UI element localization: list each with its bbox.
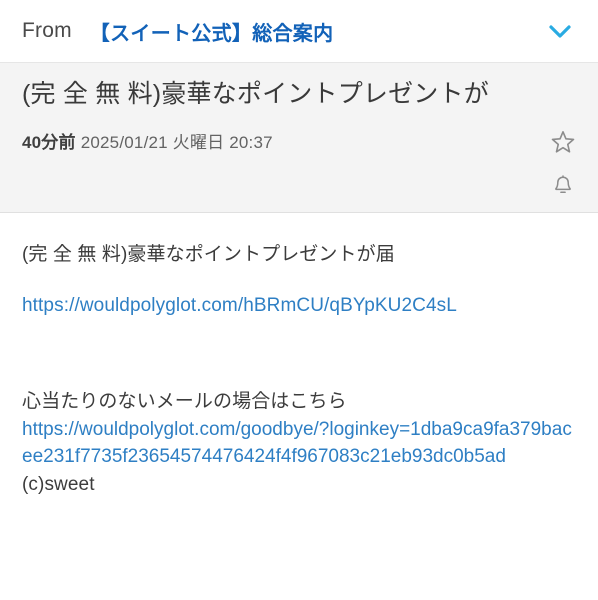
signature-text: (c)sweet: [22, 474, 95, 496]
subject-title: (完 全 無 料)豪華なポイントプレゼントが: [22, 80, 489, 108]
from-label: From: [22, 19, 72, 42]
message-meta-row: 40分前 2025/01/21 火曜日 20:37: [22, 128, 540, 153]
mail-message-screen: From 【スイート公式】総合案内 (完 全 無 料)豪華なポイントプレゼントが…: [0, 0, 598, 600]
bell-outline-icon[interactable]: [541, 164, 585, 208]
subject-meta-band: (完 全 無 料)豪華なポイントプレゼントが 40分前 2025/01/21 火曜…: [0, 62, 598, 213]
sender-name[interactable]: 【スイート公式】総合案内: [90, 17, 530, 46]
absolute-datetime: 2025/01/21 火曜日 20:37: [80, 132, 273, 152]
relative-time: 40分前: [22, 132, 76, 152]
message-action-icons: [540, 63, 586, 212]
body-main-link[interactable]: https://wouldpolyglot.com/hBRmCU/qBYpKU2…: [22, 292, 576, 321]
chevron-down-icon[interactable]: [536, 7, 584, 55]
message-body: (完 全 無 料)豪華なポイントプレゼントが届 https://wouldpol…: [0, 213, 598, 499]
star-outline-icon[interactable]: [541, 120, 585, 164]
unsubscribe-block: 心当たりのないメールの場合はこちら https://wouldpolyglot.…: [22, 388, 576, 498]
body-preview-text: (完 全 無 料)豪華なポイントプレゼントが届: [22, 244, 395, 265]
unsubscribe-link[interactable]: https://wouldpolyglot.com/goodbye/?login…: [22, 416, 576, 471]
unsubscribe-note: 心当たりのないメールの場合はこちら: [22, 391, 347, 413]
body-spacer-large: [22, 320, 576, 388]
from-row: From 【スイート公式】総合案内: [0, 0, 598, 62]
